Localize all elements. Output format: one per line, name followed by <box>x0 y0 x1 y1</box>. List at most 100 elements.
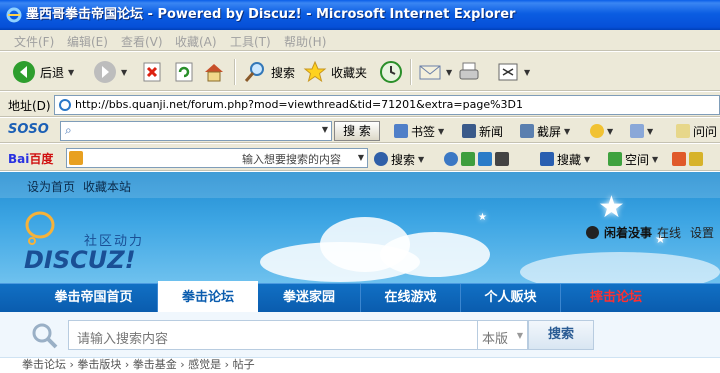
baidu-extra-icons[interactable] <box>672 150 703 168</box>
bookmarks-button[interactable]: 书签 ▼ <box>394 122 444 140</box>
history-icon <box>380 61 402 83</box>
favorites-button[interactable]: 收藏夹 <box>303 58 367 86</box>
space-icon <box>608 152 622 166</box>
print-button[interactable] <box>457 58 481 86</box>
menu-favorites[interactable]: 收藏(A) <box>175 33 217 50</box>
baidu-paw-icon: Bai <box>8 152 30 166</box>
refresh-icon <box>175 62 193 82</box>
nav-online-games[interactable]: 在线游戏 <box>361 284 461 313</box>
printer-icon <box>459 62 479 80</box>
window-title: 墨西哥拳击帝国论坛 - Powered by Discuz! - Microso… <box>26 7 516 22</box>
site-topnav: 设为首页 收藏本站 <box>0 172 720 198</box>
qq-penguin-icon <box>586 226 599 239</box>
emoticon-button[interactable]: ▼ <box>590 122 613 140</box>
nav-home[interactable]: 拳击帝国首页 <box>30 284 158 313</box>
bookmarks-label: 书签 <box>411 124 436 139</box>
baidu-collect-button[interactable]: 搜藏 ▼ <box>540 150 590 168</box>
baidu-tool-icons[interactable] <box>444 150 509 168</box>
address-url: http://bbs.quanji.net/forum.php?mod=view… <box>75 98 524 111</box>
site-search-button[interactable]: 搜索 <box>528 320 594 350</box>
film-icon <box>495 152 509 166</box>
soso-search-button[interactable]: 搜 索 <box>334 121 380 141</box>
menu-file[interactable]: 文件(F) <box>14 33 54 50</box>
main-nav: 拳击帝国首页 拳击论坛 拳迷家园 在线游戏 个人贩块 摔击论坛 <box>0 281 720 313</box>
menu-edit[interactable]: 编辑(E) <box>67 33 108 50</box>
web-page: ★ ★ ★ 设为首页 收藏本站 社区动力 DISCUZ! 闲着没事 在线 设置 … <box>0 172 720 373</box>
baidu-toolbar: Bai百度 输入想要搜索的内容 ▼ 搜索 ▼ 搜藏 ▼ 空间 ▼ <box>0 144 720 172</box>
bookmark-icon <box>394 124 408 138</box>
menu-tools[interactable]: 工具(T) <box>230 33 271 50</box>
globe-icon <box>444 152 458 166</box>
translate-icon <box>461 152 475 166</box>
baidu-search-label: 搜索 <box>391 152 416 167</box>
smiley-icon <box>590 124 604 138</box>
screenshot-label: 截屏 <box>537 124 562 139</box>
baidu-logo: Bai百度 <box>8 152 54 166</box>
news-icon <box>462 124 476 138</box>
site-logo[interactable]: 社区动力 DISCUZ! <box>22 208 182 278</box>
page-icon <box>59 99 71 111</box>
menu-help[interactable]: 帮助(H) <box>284 33 326 50</box>
stop-button[interactable] <box>140 58 164 86</box>
magnifier-icon <box>374 152 388 166</box>
address-bar: 地址(D) http://bbs.quanji.net/forum.php?mo… <box>0 92 720 118</box>
address-field[interactable]: http://bbs.quanji.net/forum.php?mod=view… <box>54 95 720 115</box>
edit-button[interactable]: ▼ <box>496 58 530 86</box>
search-button[interactable]: 搜索 <box>243 58 295 86</box>
ask-button[interactable]: 问问 <box>676 122 717 140</box>
ask-label: 问问 <box>693 124 718 139</box>
search-icon <box>244 62 264 82</box>
search-scope-select[interactable]: 本版 ▼ <box>478 320 528 350</box>
breadcrumb-text[interactable]: 拳击论坛 › 拳击版块 › 拳击基金 › 感觉是 › 帖子 <box>22 356 255 372</box>
envelope-icon <box>630 124 644 138</box>
home-button[interactable] <box>202 58 226 86</box>
username[interactable]: 闲着没事 <box>604 224 652 241</box>
soso-search-input[interactable]: ⌕ ▼ <box>60 121 332 141</box>
logo-text: DISCUZ! <box>24 246 136 274</box>
search-scope-label: 本版 <box>482 332 509 347</box>
standard-toolbar: 后退 ▼ ▼ 搜索 收藏夹 ▼ ▼ <box>0 52 720 92</box>
stop-icon <box>143 62 161 82</box>
screenshot-button[interactable]: 截屏 ▼ <box>520 122 570 140</box>
bookmark-site-link[interactable]: 收藏本站 <box>83 178 131 195</box>
news-label: 新闻 <box>479 124 504 139</box>
baidu-space-button[interactable]: 空间 ▼ <box>608 150 658 168</box>
nav-personal-section[interactable]: 个人贩块 <box>461 284 561 313</box>
nav-boxing-forum[interactable]: 拳击论坛 <box>158 281 258 313</box>
baidu-search-input[interactable]: 输入想要搜索的内容 ▼ <box>66 148 368 168</box>
news-button[interactable]: 新闻 <box>462 122 503 140</box>
baidu-collect-label: 搜藏 <box>557 152 582 167</box>
window-titlebar: 墨西哥拳击帝国论坛 - Powered by Discuz! - Microso… <box>0 0 720 30</box>
edit-page-icon <box>498 63 518 81</box>
history-button[interactable] <box>379 58 403 86</box>
baidu-dog-icon <box>69 151 83 165</box>
forward-button[interactable]: ▼ <box>93 58 127 86</box>
baidu-placeholder: 输入想要搜索的内容 <box>242 153 341 166</box>
ie-logo-icon <box>6 7 22 23</box>
site-search-bar: 请输入搜索内容 本版 ▼ 搜索 <box>0 312 720 358</box>
question-icon <box>676 124 690 138</box>
baidu-search-button[interactable]: 搜索 ▼ <box>374 150 424 168</box>
nav-fans-home[interactable]: 拳迷家园 <box>258 284 361 313</box>
mail-icon <box>419 65 441 80</box>
refresh-button[interactable] <box>172 58 196 86</box>
back-label: 后退 <box>40 65 65 80</box>
home-icon <box>205 64 223 82</box>
mail-notify-button[interactable]: ▼ <box>630 122 653 140</box>
online-status: 在线 <box>657 226 682 240</box>
breadcrumb: 拳击论坛 › 拳击版块 › 拳击基金 › 感觉是 › 帖子 <box>0 358 720 373</box>
search-label: 搜索 <box>271 65 296 80</box>
pen-icon <box>478 152 492 166</box>
menu-bar: 文件(F) 编辑(E) 查看(V) 收藏(A) 工具(T) 帮助(H) <box>0 30 720 52</box>
soso-logo: SOSO <box>8 122 49 137</box>
settings-link[interactable]: 设置 <box>690 224 714 241</box>
mail-button[interactable]: ▼ <box>418 58 452 86</box>
set-homepage-link[interactable]: 设为首页 <box>27 178 75 195</box>
site-search-input[interactable]: 请输入搜索内容 <box>68 320 478 350</box>
back-button[interactable]: 后退 ▼ <box>12 58 74 86</box>
forward-arrow-icon <box>94 61 116 83</box>
menu-view[interactable]: 查看(V) <box>121 33 163 50</box>
site-search-placeholder: 请输入搜索内容 <box>77 332 169 347</box>
soso-search-icon: ⌕ <box>65 123 72 137</box>
nav-wrestling-forum[interactable]: 摔击论坛 <box>561 284 671 313</box>
